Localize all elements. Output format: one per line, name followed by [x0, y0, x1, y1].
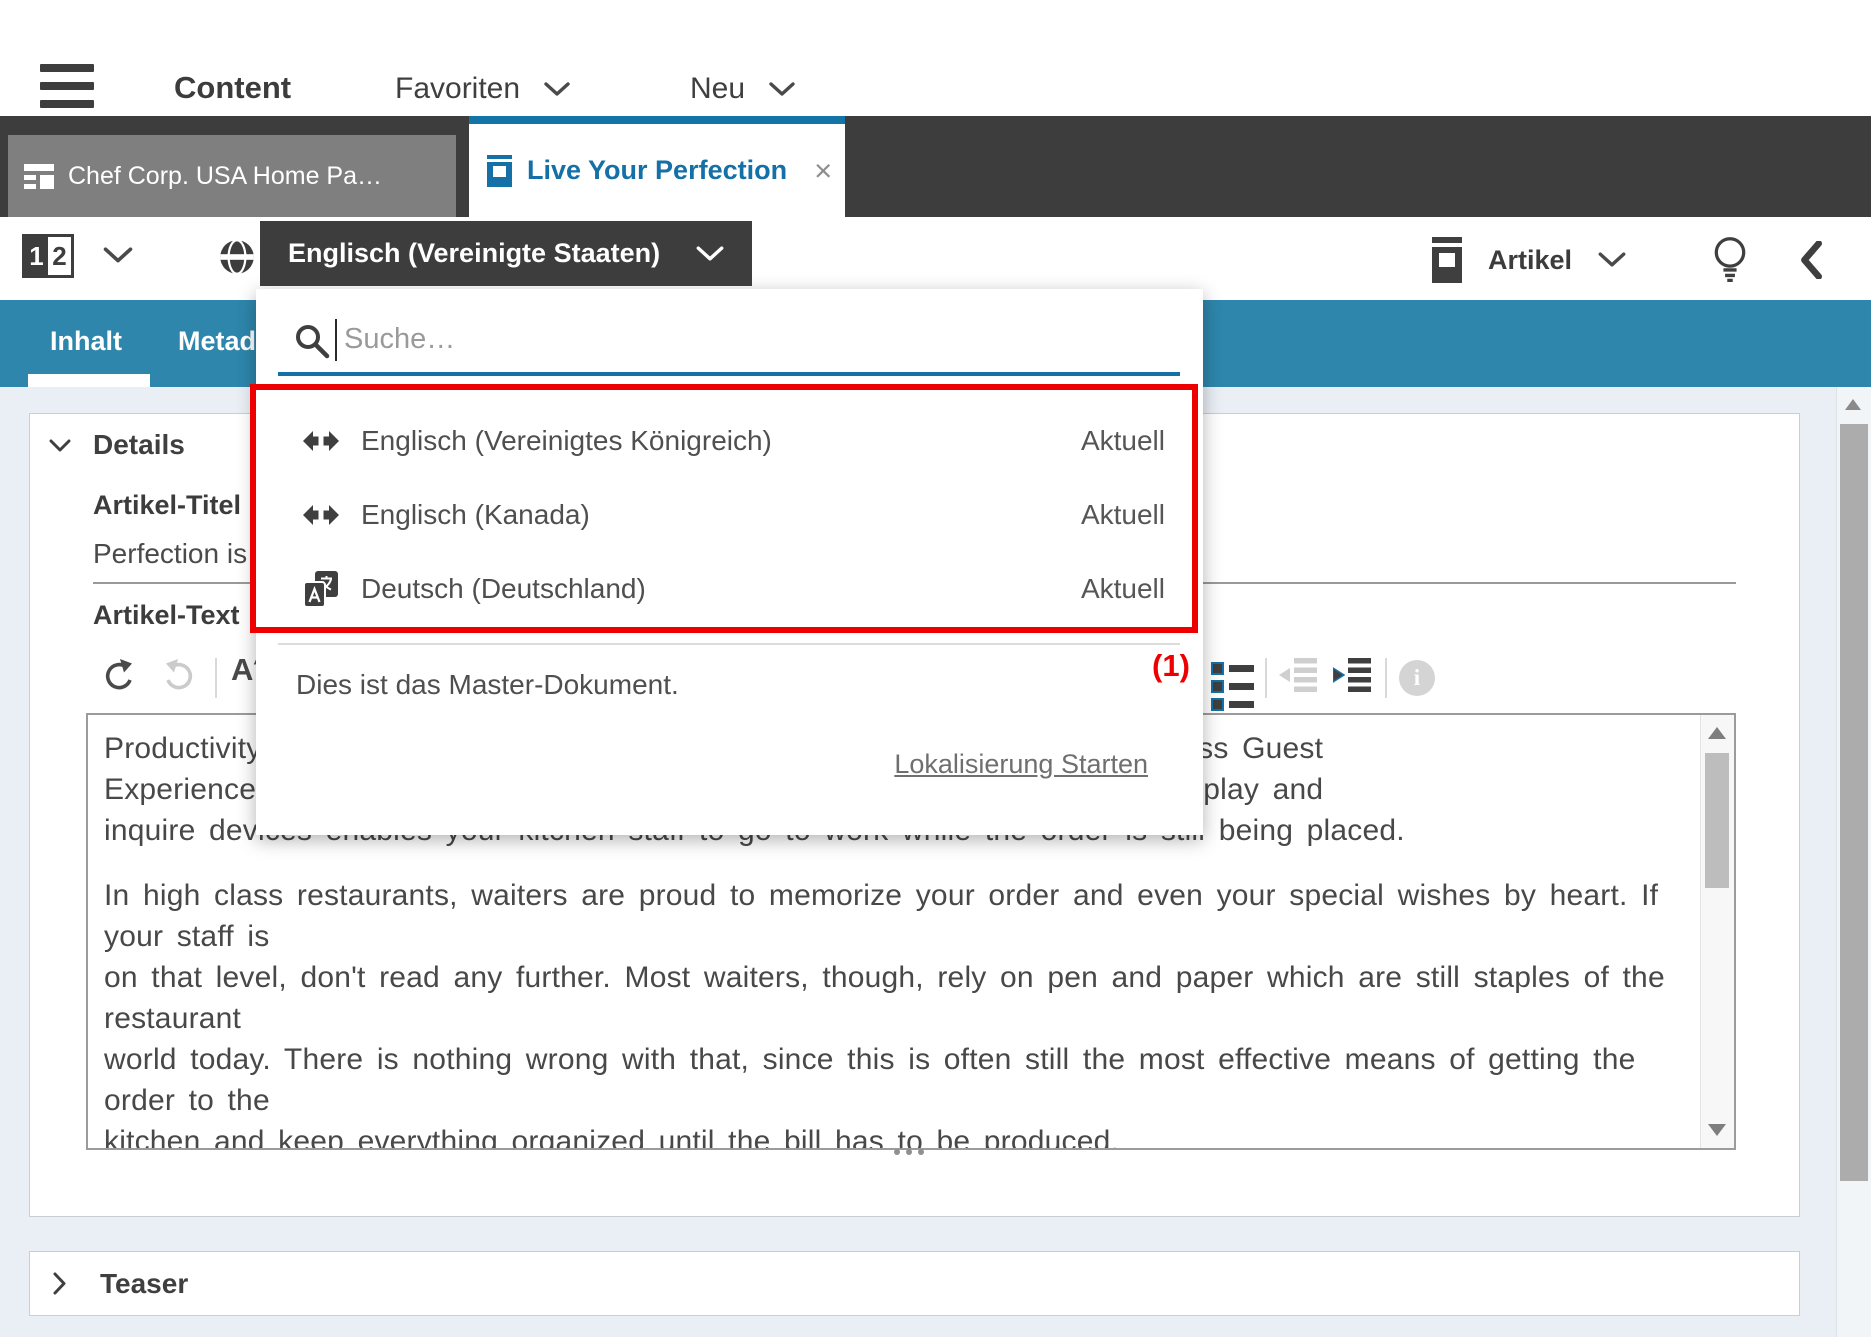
indent-icon[interactable] — [1333, 658, 1371, 692]
lightbulb-icon[interactable] — [1710, 236, 1750, 282]
status-badge: Aktuell — [1081, 499, 1165, 531]
editor-resize-handle[interactable] — [894, 1149, 924, 1155]
status-badge: Aktuell — [1081, 573, 1165, 605]
info-icon[interactable]: i — [1399, 660, 1435, 696]
redo-icon[interactable] — [161, 658, 197, 692]
sync-arrows-icon — [303, 505, 339, 525]
search-field-underline — [278, 372, 1180, 376]
article-document-icon — [1432, 237, 1462, 283]
tab-chef-corp-home-page[interactable]: Chef Corp. USA Home Pa… — [8, 135, 456, 217]
article-title-label: Artikel-Titel — [93, 490, 241, 521]
active-tab-indicator — [28, 374, 150, 387]
language-item-german[interactable]: Deutsch (Deutschland) Aktuell — [256, 552, 1203, 626]
undo-icon[interactable] — [101, 658, 137, 692]
chevron-down-icon — [769, 82, 795, 97]
doc-type-label: Artikel — [1488, 245, 1572, 276]
editor-scrollbar[interactable] — [1700, 715, 1734, 1148]
article-title-field[interactable]: Perfection is — [93, 538, 247, 570]
app-title: Content — [174, 70, 291, 106]
version-right: 2 — [48, 237, 71, 275]
teaser-section-header: Teaser — [100, 1268, 188, 1300]
scroll-up-icon[interactable] — [1708, 727, 1726, 739]
globe-icon[interactable] — [218, 238, 256, 276]
status-badge: Aktuell — [1081, 425, 1165, 457]
chevron-down-icon[interactable] — [49, 439, 71, 453]
version-left: 1 — [25, 237, 48, 275]
menu-icon[interactable] — [40, 64, 94, 108]
tab-label: Live Your Perfection — [527, 155, 787, 186]
article-document-icon — [487, 155, 512, 187]
chevron-right-icon — [53, 1272, 67, 1295]
start-localization-link[interactable]: Lokalisierung Starten — [894, 749, 1148, 780]
language-label: Deutsch (Deutschland) — [361, 573, 1081, 605]
language-label: Englisch (Vereinigtes Königreich) — [361, 425, 1081, 457]
article-text-label: Artikel-Text — [93, 600, 240, 631]
scrollbar-thumb[interactable] — [1705, 753, 1729, 888]
toolbar-separator — [215, 658, 217, 698]
scroll-up-icon[interactable] — [1845, 399, 1861, 410]
sync-arrows-icon — [303, 431, 339, 451]
teaser-card[interactable]: Teaser — [29, 1251, 1800, 1316]
language-label: Englisch (Kanada) — [361, 499, 1081, 531]
close-icon[interactable]: × — [814, 155, 832, 186]
bullet-list-icon[interactable] — [1211, 662, 1254, 711]
language-item-english-canada[interactable]: Englisch (Kanada) Aktuell — [256, 478, 1203, 552]
language-dropdown-button[interactable]: Englisch (Vereinigte Staaten) — [260, 221, 752, 286]
master-document-note: Dies ist das Master-Dokument. — [296, 669, 679, 701]
toolbar-separator — [1385, 658, 1387, 698]
details-section-header[interactable]: Details — [93, 429, 185, 461]
menu-neu[interactable]: Neu — [690, 72, 795, 106]
chevron-down-icon[interactable] — [103, 247, 133, 264]
menu-favoriten[interactable]: Favoriten — [395, 72, 570, 106]
scrollbar-thumb[interactable] — [1840, 424, 1868, 1181]
search-input[interactable] — [342, 322, 1046, 357]
scroll-down-icon[interactable] — [1708, 1124, 1726, 1136]
collapse-panel-icon[interactable] — [1800, 241, 1822, 279]
chevron-down-icon — [544, 82, 570, 97]
annotation-label: (1) — [1152, 648, 1190, 684]
neu-label: Neu — [690, 72, 745, 106]
language-button-label: Englisch (Vereinigte Staaten) — [288, 238, 660, 269]
site-page-icon — [24, 164, 54, 189]
chevron-down-icon — [696, 246, 724, 262]
chevron-down-icon — [1598, 252, 1626, 268]
translate-icon — [303, 571, 339, 608]
tab-live-your-perfection[interactable]: Live Your Perfection × — [469, 116, 845, 217]
doc-type-selector[interactable]: Artikel — [1432, 237, 1626, 283]
tab-label: Chef Corp. USA Home Pa… — [68, 162, 382, 191]
tab-inhalt[interactable]: Inhalt — [50, 326, 122, 357]
language-item-english-uk[interactable]: Englisch (Vereinigtes Königreich) Aktuel… — [256, 404, 1203, 478]
document-tab-strip: Chef Corp. USA Home Pa… Live Your Perfec… — [0, 116, 1871, 217]
search-icon — [294, 323, 330, 359]
toolbar-separator — [1265, 658, 1267, 698]
text-cursor — [335, 319, 337, 361]
language-popup: Englisch (Vereinigtes Königreich) Aktuel… — [256, 289, 1203, 835]
paragraph: In high class restaurants, waiters are p… — [104, 875, 1674, 1150]
popup-divider — [278, 643, 1180, 645]
favoriten-label: Favoriten — [395, 72, 520, 106]
page-scrollbar[interactable] — [1836, 387, 1871, 1337]
top-bar: Content Favoriten Neu — [0, 0, 1871, 116]
version-widget[interactable]: 1 2 — [22, 234, 74, 278]
outdent-icon[interactable] — [1279, 658, 1317, 692]
